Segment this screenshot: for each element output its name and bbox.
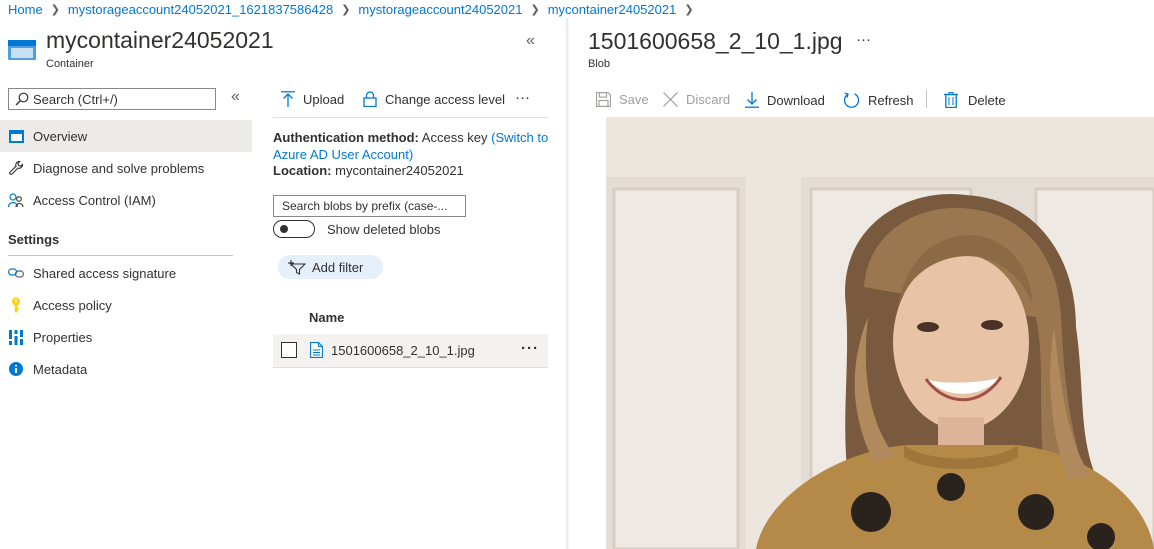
close-icon (663, 92, 678, 107)
blob-title: 1501600658_2_10_1.jpg (588, 28, 843, 54)
blob-more-button[interactable]: ··· (856, 31, 871, 48)
refresh-label: Refresh (868, 93, 914, 108)
more-commands-button[interactable]: ··· (515, 89, 530, 106)
wrench-icon (8, 160, 24, 176)
location-info: Location: mycontainer24052021 (273, 163, 464, 178)
blob-prefix-search-input[interactable] (273, 195, 466, 217)
chevron-right-icon: ❯ (50, 3, 60, 16)
blob-image-preview (606, 117, 1154, 549)
chevron-right-icon: ❯ (530, 3, 540, 16)
switch-auth-link-line2: Azure AD User Account) (273, 147, 414, 162)
save-icon (596, 92, 611, 107)
save-button[interactable]: Save (596, 92, 649, 107)
filter-add-icon (288, 259, 306, 275)
download-label: Download (767, 92, 825, 108)
page-subtitle: Container (46, 58, 94, 70)
show-deleted-label: Show deleted blobs (327, 222, 441, 237)
breadcrumb-storage-account-deployment[interactable]: mystorageaccount24052021_1621837586428 (68, 2, 333, 17)
sidebar-item-overview[interactable]: Overview (0, 120, 252, 152)
sidebar-search-input[interactable] (29, 91, 203, 107)
chevron-right-icon: ❯ (684, 3, 694, 16)
sidebar-item-label: Diagnose and solve problems (33, 160, 205, 176)
upload-button[interactable]: Upload (281, 91, 344, 107)
download-button[interactable]: Download (745, 92, 825, 108)
lock-icon (363, 91, 377, 107)
people-icon (8, 192, 24, 208)
sidebar-item-access-policy[interactable]: Access policy (0, 289, 252, 321)
delete-label: Delete (968, 92, 1006, 108)
sidebar-item-label: Shared access signature (33, 265, 177, 281)
chevron-right-icon: ❯ (341, 3, 351, 16)
discard-label: Discard (686, 92, 731, 107)
breadcrumb: Home ❯ mystorageaccount24052021_16218375… (8, 0, 702, 18)
divider (8, 255, 233, 256)
show-deleted-toggle[interactable] (273, 220, 315, 238)
toggle-knob (280, 225, 288, 233)
auth-method-label: Authentication method: (273, 130, 419, 145)
collapse-menu-icon[interactable]: « (231, 88, 240, 106)
settings-heading: Settings (8, 232, 60, 247)
auth-method-value: Access key (421, 130, 488, 145)
location-value: mycontainer24052021 (335, 163, 464, 178)
refresh-button[interactable]: Refresh (843, 92, 914, 109)
add-filter-label: Add filter (312, 259, 364, 275)
sidebar-item-label: Access Control (IAM) (33, 192, 156, 208)
key-icon (8, 297, 24, 313)
breadcrumb-home[interactable]: Home (8, 2, 43, 17)
location-label: Location: (273, 163, 332, 178)
refresh-icon (843, 92, 860, 109)
column-header-name[interactable]: Name (309, 310, 344, 325)
save-label: Save (619, 92, 649, 107)
sidebar-item-iam[interactable]: Access Control (IAM) (0, 184, 252, 216)
upload-label: Upload (303, 91, 345, 107)
container-icon (8, 37, 36, 64)
blade-shadow (566, 18, 570, 549)
download-icon (745, 92, 759, 108)
sidebar-search[interactable] (8, 88, 216, 110)
properties-icon (8, 329, 24, 345)
upload-icon (281, 91, 295, 107)
collapse-blade-icon[interactable]: « (526, 32, 535, 50)
table-row[interactable]: 1501600658_2_10_1.jpg ··· (273, 334, 548, 368)
sidebar-item-label: Properties (33, 329, 93, 345)
sidebar-item-label: Access policy (33, 297, 112, 313)
add-filter-button[interactable]: Add filter (278, 255, 383, 279)
search-icon (15, 92, 29, 106)
file-icon (310, 342, 323, 358)
overview-icon (8, 128, 24, 144)
blob-name[interactable]: 1501600658_2_10_1.jpg (331, 343, 475, 358)
sidebar-item-label: Metadata (33, 361, 88, 377)
switch-auth-link-line1: (Switch to (491, 130, 549, 145)
discard-button[interactable]: Discard (663, 92, 730, 107)
sidebar-item-shared-access-signature[interactable]: Shared access signature (0, 257, 252, 289)
breadcrumb-storage-account[interactable]: mystorageaccount24052021 (358, 2, 522, 17)
breadcrumb-container[interactable]: mycontainer24052021 (548, 2, 677, 17)
delete-button[interactable]: Delete (944, 92, 1006, 108)
sidebar-item-properties[interactable]: Properties (0, 321, 252, 353)
row-more-button[interactable]: ··· (521, 340, 539, 357)
change-access-level-button[interactable]: Change access level (363, 91, 505, 107)
divider (926, 90, 927, 108)
divider (273, 117, 548, 118)
link-icon (8, 265, 24, 281)
change-access-level-label: Change access level (385, 91, 505, 107)
blob-subtitle: Blob (588, 58, 611, 70)
sidebar-item-diagnose[interactable]: Diagnose and solve problems (0, 152, 252, 184)
sidebar-item-label: Overview (33, 128, 88, 144)
row-checkbox[interactable] (281, 342, 297, 358)
auth-method: Authentication method: Access key (Switc… (273, 129, 551, 163)
page-title: mycontainer24052021 (46, 27, 274, 53)
sidebar-item-metadata[interactable]: Metadata (0, 353, 252, 385)
trash-icon (944, 92, 958, 108)
info-icon (8, 361, 24, 377)
